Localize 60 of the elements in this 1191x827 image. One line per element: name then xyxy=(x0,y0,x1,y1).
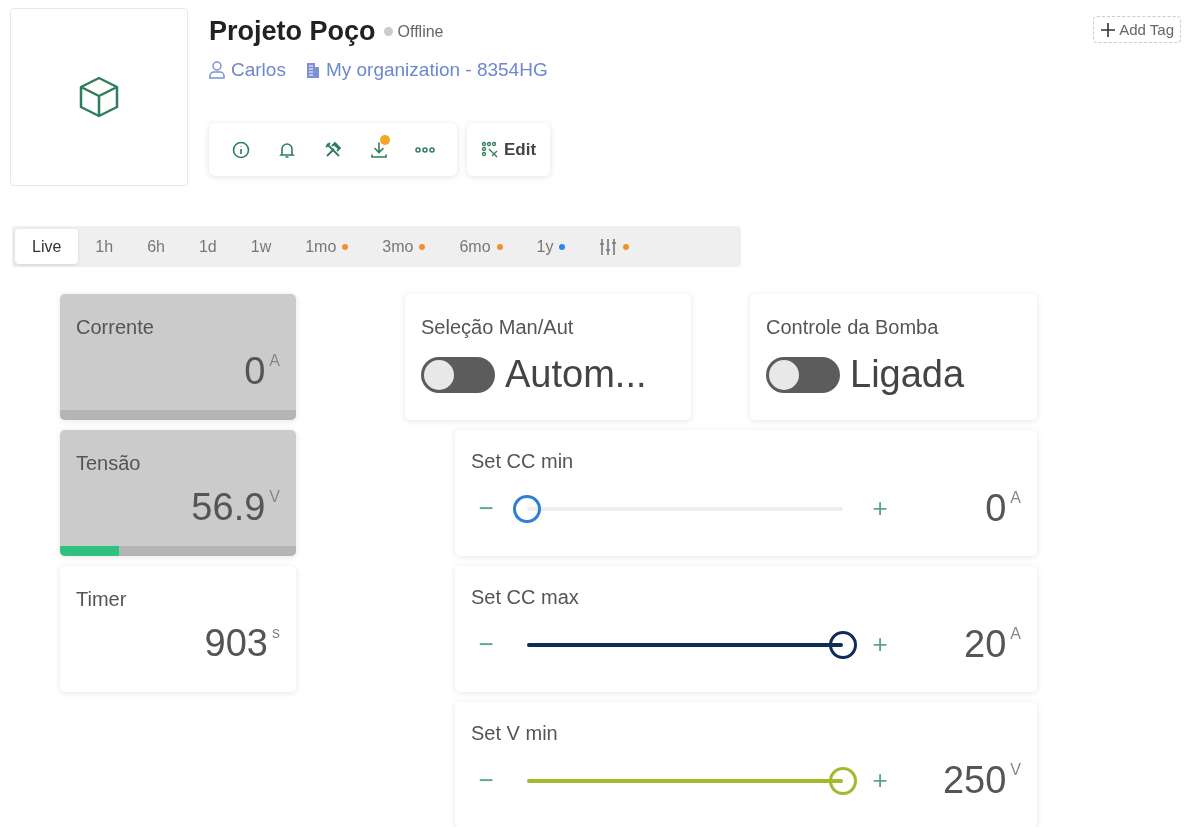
time-range-tab[interactable]: 1y xyxy=(519,229,583,264)
time-range-tab[interactable]: 6h xyxy=(130,229,182,264)
more-icon xyxy=(415,145,435,154)
metric-unit: s xyxy=(272,624,280,642)
device-title: Projeto Poço xyxy=(209,16,376,47)
add-tag-button[interactable]: Add Tag xyxy=(1093,16,1181,43)
edit-button[interactable]: Edit xyxy=(467,123,551,176)
status-text: Offline xyxy=(397,22,444,41)
toggle-switch[interactable] xyxy=(421,356,495,393)
metric-label: Tensão xyxy=(76,452,141,475)
time-range-tab[interactable]: 1d xyxy=(181,229,234,264)
metric-unit: V xyxy=(269,488,280,506)
increase-button[interactable]: + xyxy=(865,629,895,660)
time-range-tab[interactable]: 1mo xyxy=(288,229,366,264)
metric-value: 56.9 xyxy=(191,486,266,529)
slider-label: Set CC min xyxy=(471,450,574,472)
switch-label: Controle da Bomba xyxy=(766,316,939,338)
bell-icon xyxy=(278,140,296,159)
switch-value: Autom... xyxy=(505,353,647,396)
time-range-tab[interactable]: 3mo xyxy=(365,229,443,264)
increase-button[interactable]: + xyxy=(865,493,895,524)
metric-label: Corrente xyxy=(76,316,154,339)
slider-value: 0 xyxy=(985,487,1007,530)
slider-label: Set V min xyxy=(471,722,558,744)
metric-label: Timer xyxy=(76,588,127,611)
sliders-icon xyxy=(599,237,618,256)
toggle-switch[interactable] xyxy=(766,356,840,393)
decrease-button[interactable]: − xyxy=(471,765,501,796)
metric-unit: A xyxy=(269,352,280,370)
switch-label: Seleção Man/Aut xyxy=(421,316,574,338)
increase-button[interactable]: + xyxy=(865,765,895,796)
metric-value: 903 xyxy=(204,622,268,665)
slider-label: Set CC max xyxy=(471,586,579,608)
slider-unit: V xyxy=(1010,761,1021,779)
metric-value: 0 xyxy=(244,350,266,393)
slider-value: 250 xyxy=(942,759,1007,802)
switch-value: Ligada xyxy=(850,353,965,396)
time-range-tab[interactable]: 6mo xyxy=(442,229,520,264)
grid-icon xyxy=(481,140,499,159)
slider-thumb[interactable] xyxy=(829,766,857,795)
building-icon xyxy=(305,61,320,79)
slider-unit: A xyxy=(1010,489,1021,507)
owner-link[interactable]: Carlos xyxy=(231,59,286,81)
slider-thumb[interactable] xyxy=(513,494,541,523)
time-range-tab[interactable]: Live xyxy=(15,229,79,264)
tools-icon xyxy=(324,140,342,159)
download-icon xyxy=(370,140,388,159)
status-dot xyxy=(383,27,393,36)
decrease-button[interactable]: − xyxy=(471,493,501,524)
slider-unit: A xyxy=(1010,625,1021,643)
slider-value: 20 xyxy=(964,623,1007,666)
info-icon xyxy=(232,140,250,159)
slider-thumb[interactable] xyxy=(829,630,857,659)
time-range-tab[interactable]: 1w xyxy=(233,229,289,264)
decrease-button[interactable]: − xyxy=(471,629,501,660)
user-icon xyxy=(209,61,225,79)
organization-link[interactable]: My organization - 8354HG xyxy=(325,59,548,81)
time-range-tab[interactable]: 1h xyxy=(78,229,131,264)
plus-icon xyxy=(1100,21,1117,38)
cube-icon xyxy=(77,75,121,119)
